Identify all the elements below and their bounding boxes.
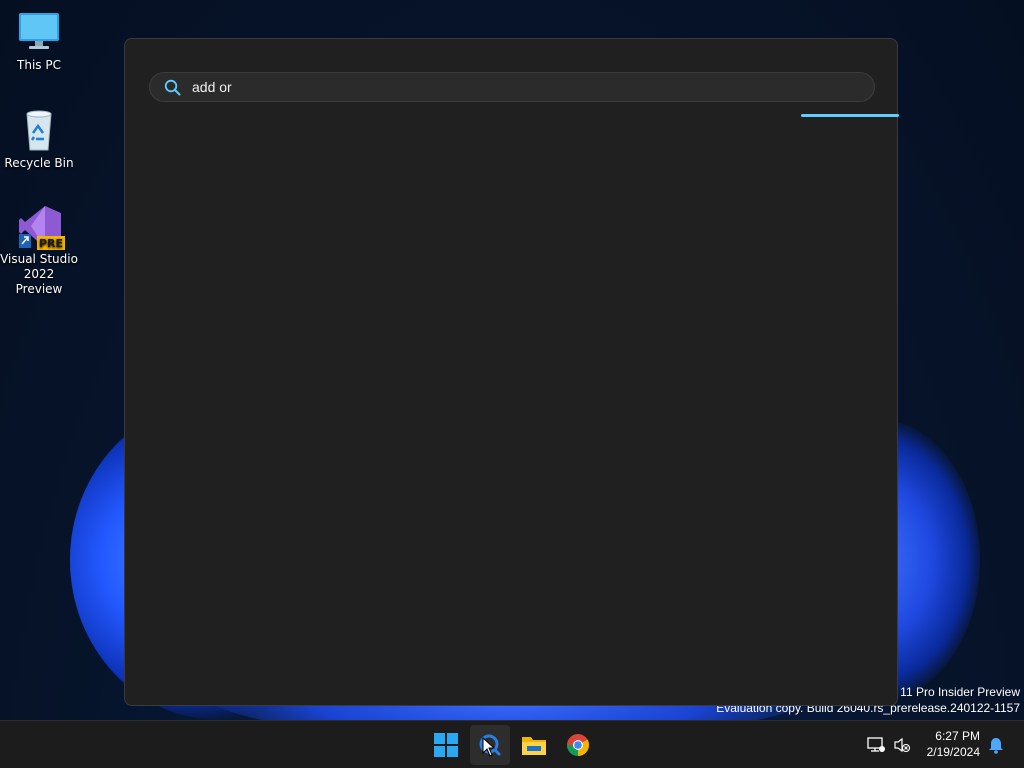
desktop-icon-visual-studio[interactable]: PRE Visual Studio 2022 Preview bbox=[0, 204, 78, 297]
desktop-icon-label: Visual Studio 2022 Preview bbox=[0, 252, 78, 296]
file-explorer-icon bbox=[522, 737, 546, 755]
clock[interactable]: 6:27 PM 2/19/2024 bbox=[927, 728, 980, 760]
taskbar: 6:27 PM 2/19/2024 bbox=[0, 720, 1024, 768]
pre-badge: PRE bbox=[39, 237, 63, 250]
monitor-icon bbox=[17, 10, 61, 54]
start-icon bbox=[434, 733, 458, 757]
mouse-cursor bbox=[482, 737, 496, 757]
search-icon bbox=[164, 79, 181, 100]
clock-date: 2/19/2024 bbox=[926, 745, 980, 759]
search-panel bbox=[124, 38, 899, 706]
visual-studio-preview-icon: PRE bbox=[17, 204, 65, 250]
loading-indicator bbox=[801, 114, 899, 117]
search-input[interactable] bbox=[192, 77, 842, 97]
file-explorer-button[interactable] bbox=[514, 725, 554, 765]
desktop-icon-label: Recycle Bin bbox=[4, 156, 74, 170]
notification-bell-icon[interactable] bbox=[986, 735, 1006, 755]
volume-muted-icon[interactable] bbox=[892, 735, 912, 755]
chrome-button[interactable] bbox=[558, 725, 598, 765]
search-box[interactable] bbox=[149, 72, 875, 102]
recycle-bin-icon bbox=[17, 108, 61, 152]
start-button[interactable] bbox=[426, 725, 466, 765]
chrome-icon bbox=[567, 734, 589, 756]
desktop-icon-label: This PC bbox=[17, 58, 61, 72]
clock-time: 6:27 PM bbox=[935, 729, 980, 743]
network-icon[interactable] bbox=[866, 735, 886, 755]
desktop-icon-this-pc[interactable]: This PC bbox=[0, 10, 78, 73]
desktop-icon-recycle-bin[interactable]: Recycle Bin bbox=[0, 108, 78, 171]
